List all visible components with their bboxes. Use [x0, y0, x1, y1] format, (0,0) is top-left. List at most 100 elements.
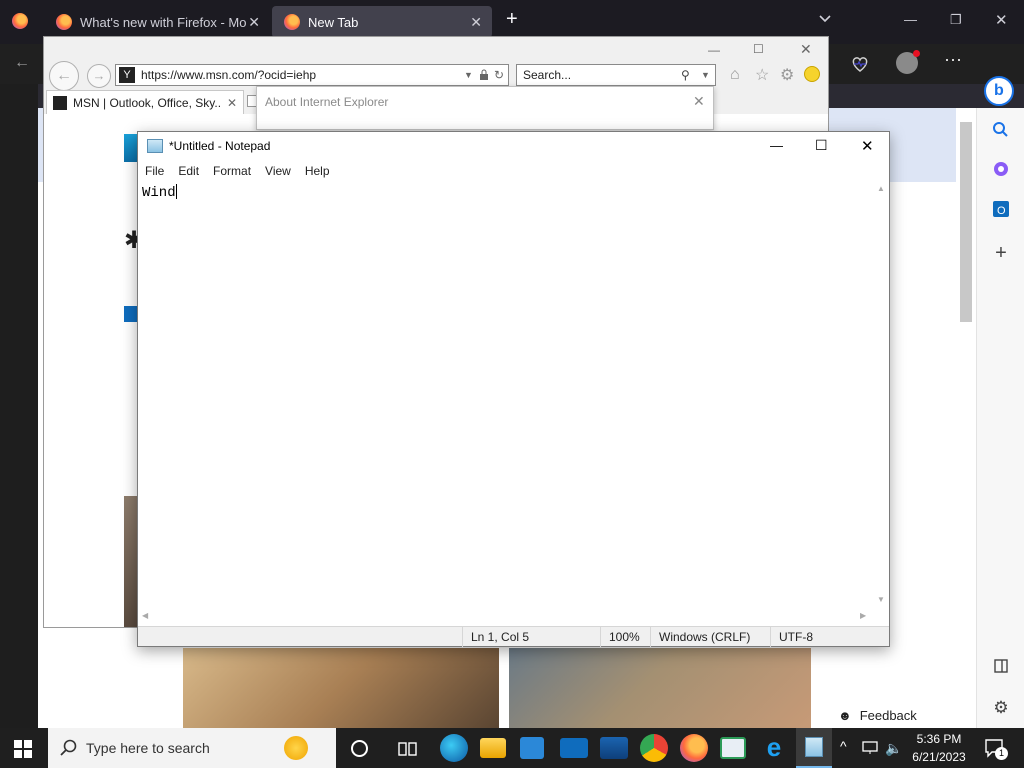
feedback-label: Feedback: [859, 707, 917, 723]
search-icon[interactable]: [977, 120, 1024, 138]
edge-scrollbar-thumb[interactable]: [960, 122, 972, 322]
notepad-text: Wind: [142, 185, 176, 201]
feedback-smiley-icon[interactable]: [804, 66, 820, 82]
vertical-scrollbar[interactable]: ▲ ▼: [875, 182, 889, 609]
restore-icon[interactable]: ❐: [950, 12, 962, 28]
tools-gear-icon[interactable]: ⚙: [780, 65, 794, 85]
more-options-icon[interactable]: ⋯: [944, 50, 962, 71]
ie-maximize-icon[interactable]: ☐: [753, 42, 764, 56]
scroll-left-icon[interactable]: ◀: [142, 611, 148, 620]
ie-search-box[interactable]: Search... ⚲ ▼: [516, 64, 716, 86]
ie-search-placeholder: Search...: [523, 68, 572, 82]
minimize-icon[interactable]: —: [904, 12, 917, 27]
horizontal-scrollbar[interactable]: ◀ ▶: [138, 609, 875, 625]
firefox-logo-icon[interactable]: [12, 13, 28, 29]
windows-taskbar: Type here to search e ^ 🔈 5:36 PM 6/21/2…: [0, 728, 1024, 768]
ie-tab-label: MSN | Outlook, Office, Sky...: [73, 95, 221, 110]
mail-icon[interactable]: [560, 738, 588, 758]
news-image-left[interactable]: [183, 648, 499, 728]
copilot-icon[interactable]: [977, 160, 1024, 178]
bing-chat-icon[interactable]: b: [984, 76, 1014, 106]
weather-sun-icon[interactable]: [284, 736, 308, 760]
firefox-tab-whats-new[interactable]: What's new with Firefox - More ✕: [44, 6, 270, 38]
ie-url-text: https://www.msn.com/?ocid=iehp: [141, 68, 317, 82]
lock-icon[interactable]: [479, 69, 489, 81]
menu-edit[interactable]: Edit: [171, 164, 206, 178]
close-window-icon[interactable]: ✕: [995, 11, 1008, 29]
outlook-icon[interactable]: O: [977, 200, 1024, 218]
edge-left-edge: [0, 84, 38, 728]
ie-tab-msn[interactable]: MSN | Outlook, Office, Sky... ✕: [46, 90, 244, 114]
volume-muted-icon[interactable]: 🔈: [885, 740, 902, 757]
refresh-icon[interactable]: ↻: [494, 68, 504, 82]
menu-file[interactable]: File: [138, 164, 171, 178]
notepad-title-bar[interactable]: *Untitled - Notepad — ☐ ✕: [138, 132, 889, 160]
task-view-icon[interactable]: [398, 740, 418, 758]
notepad-text-area[interactable]: Wind: [138, 182, 875, 609]
menu-format[interactable]: Format: [206, 164, 258, 178]
about-ie-dialog: About Internet Explorer ✕: [256, 86, 714, 130]
text-caret: [175, 184, 177, 199]
ie-close-icon[interactable]: ✕: [800, 41, 812, 58]
search-dropdown-icon[interactable]: ▼: [701, 65, 710, 85]
start-windows-icon[interactable]: [14, 740, 32, 758]
cortana-icon[interactable]: [351, 740, 368, 757]
show-hidden-icons-chevron[interactable]: ^: [840, 738, 847, 754]
taskbar-clock[interactable]: 5:36 PM 6/21/2023: [908, 730, 970, 766]
search-icon: [60, 739, 77, 756]
new-tab-button[interactable]: +: [506, 8, 518, 31]
search-icon[interactable]: ⚲: [681, 65, 690, 85]
news-thumbnail[interactable]: [124, 496, 138, 627]
notepad-menu-bar: File Edit Format View Help: [138, 160, 889, 182]
taskbar-search-placeholder: Type here to search: [86, 740, 210, 756]
notification-center-icon[interactable]: 1: [984, 738, 1008, 760]
profile-avatar-icon[interactable]: [896, 50, 920, 74]
home-icon[interactable]: ⌂: [730, 66, 740, 84]
firefox-tab-new-tab[interactable]: New Tab ✕: [272, 6, 492, 38]
ie-forward-icon[interactable]: →: [87, 64, 111, 88]
media-player-icon[interactable]: [600, 737, 628, 759]
file-explorer-icon[interactable]: [480, 738, 506, 758]
notepad-icon: [147, 139, 163, 153]
back-arrow-icon[interactable]: ←: [14, 54, 30, 72]
firefox-taskbar-icon[interactable]: [680, 734, 708, 762]
about-ie-close-icon[interactable]: ✕: [693, 93, 705, 110]
scroll-down-icon[interactable]: ▼: [877, 595, 885, 604]
settings-gear-icon[interactable]: ⚙: [977, 698, 1024, 718]
close-tab-icon[interactable]: ✕: [248, 14, 260, 31]
internet-explorer-icon[interactable]: e: [760, 734, 788, 762]
split-screen-icon[interactable]: [977, 658, 1024, 674]
close-icon[interactable]: ✕: [861, 137, 874, 155]
chrome-icon[interactable]: [640, 734, 668, 762]
outlook-icon[interactable]: [124, 306, 138, 322]
status-zoom: 100%: [600, 627, 650, 647]
notepad-taskbar-button[interactable]: [796, 728, 832, 768]
ie-back-icon[interactable]: ←: [49, 61, 79, 91]
close-tab-icon[interactable]: ✕: [470, 14, 482, 31]
news-image-right[interactable]: [509, 648, 811, 728]
svg-text:O: O: [997, 205, 1006, 217]
close-tab-icon[interactable]: ✕: [227, 96, 237, 110]
taskbar-search-box[interactable]: Type here to search: [48, 728, 336, 768]
ie-minimize-icon[interactable]: —: [708, 43, 720, 57]
ie-address-bar[interactable]: Y https://www.msn.com/?ocid=iehp ▼ ↻: [115, 64, 509, 86]
address-dropdown-icon[interactable]: ▼: [464, 70, 473, 80]
edge-app-icon[interactable]: [440, 734, 468, 762]
maximize-icon[interactable]: ☐: [815, 137, 828, 154]
menu-help[interactable]: Help: [298, 164, 337, 178]
list-tabs-chevron-icon[interactable]: [818, 12, 832, 26]
network-icon[interactable]: [862, 740, 880, 756]
heart-pulse-icon[interactable]: [850, 54, 870, 74]
add-icon[interactable]: +: [977, 242, 1024, 265]
terminal-app-icon[interactable]: [720, 737, 746, 759]
clock-time: 5:36 PM: [916, 732, 962, 746]
scroll-up-icon[interactable]: ▲: [877, 184, 885, 193]
favorites-star-icon[interactable]: ☆: [755, 65, 769, 85]
msn-logo-fragment: [124, 134, 138, 162]
minimize-icon[interactable]: —: [770, 138, 783, 153]
feedback-icon: ☻: [838, 707, 852, 723]
menu-view[interactable]: View: [258, 164, 298, 178]
feedback-button[interactable]: ☻ Feedback: [828, 702, 928, 728]
microsoft-store-icon[interactable]: [520, 737, 544, 759]
scroll-right-icon[interactable]: ▶: [860, 611, 866, 620]
